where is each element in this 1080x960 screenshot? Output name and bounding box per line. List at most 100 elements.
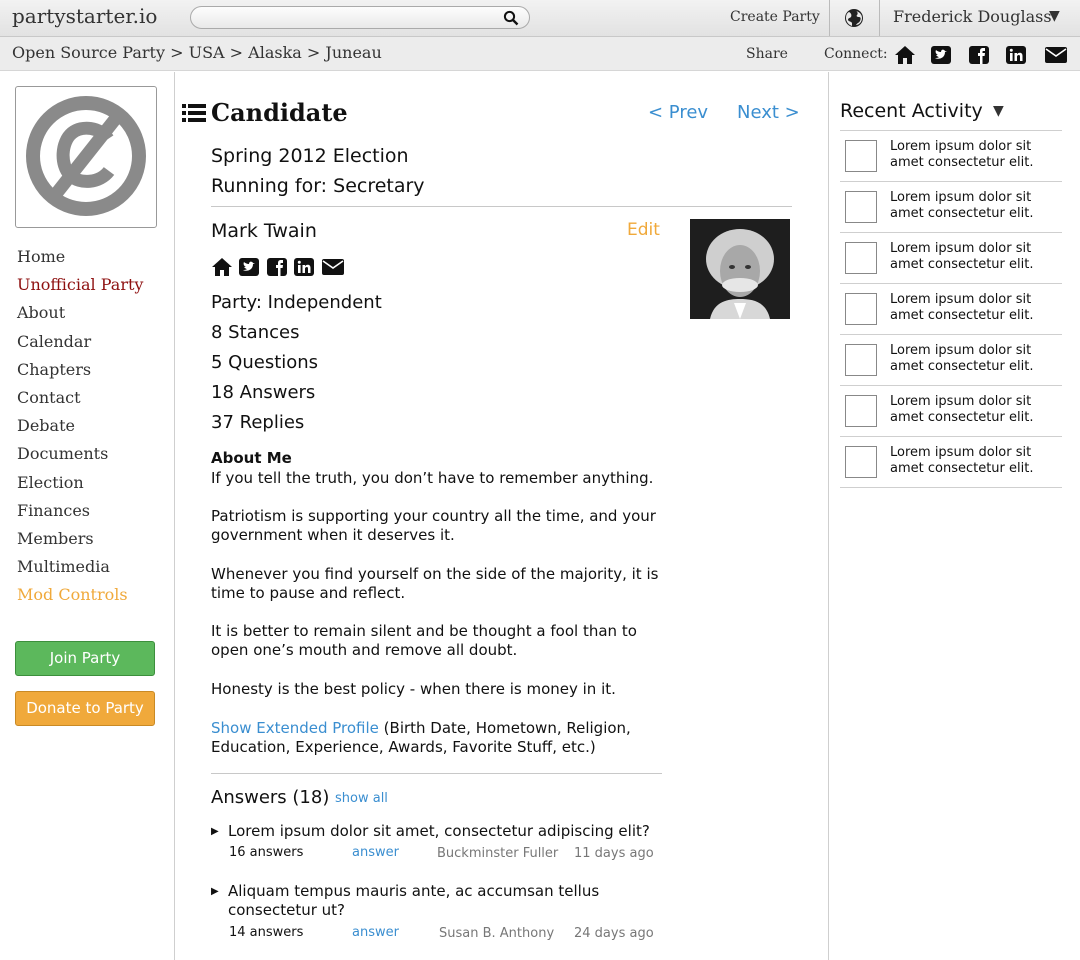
activity-text: Lorem ipsum dolor sit amet consectetur e… — [890, 241, 1034, 272]
home-icon[interactable] — [894, 45, 916, 65]
activity-item[interactable]: Lorem ipsum dolor sit amet consectetur e… — [840, 181, 1062, 232]
site-logo[interactable]: partystarter.io — [12, 4, 157, 28]
public-domain-icon — [26, 96, 146, 216]
activity-thumbnail — [845, 344, 877, 376]
edit-link[interactable]: Edit — [627, 220, 660, 240]
breadcrumb-item[interactable]: Alaska — [248, 43, 307, 62]
activity-thumbnail — [845, 140, 877, 172]
list-icon — [182, 104, 206, 122]
join-party-button[interactable]: Join Party — [15, 641, 155, 676]
sidebar-item-calendar[interactable]: Calendar — [17, 331, 143, 359]
linkedin-icon[interactable] — [1005, 45, 1027, 65]
facebook-icon[interactable] — [968, 45, 990, 65]
sidebar-item-finances[interactable]: Finances — [17, 500, 143, 528]
question-author[interactable]: Buckminster Fuller — [437, 846, 558, 861]
search-icon[interactable] — [503, 10, 519, 26]
linkedin-icon[interactable] — [293, 257, 315, 277]
sidebar-item-election[interactable]: Election — [17, 472, 143, 500]
sidebar-item-debate[interactable]: Debate — [17, 415, 143, 443]
create-party-link[interactable]: Create Party — [730, 9, 820, 25]
answer-count: 16 answers — [229, 845, 304, 860]
question-time: 11 days ago — [574, 846, 654, 861]
activity-text: Lorem ipsum dolor sit amet consectetur e… — [890, 190, 1034, 221]
breadcrumb-item[interactable]: Juneau — [325, 43, 381, 62]
breadcrumb-separator: > — [170, 43, 189, 62]
sidebar-item-contact[interactable]: Contact — [17, 387, 143, 415]
sidebar-nav: Home Unofficial Party About Calendar Cha… — [17, 246, 143, 612]
candidate-name: Mark Twain — [211, 220, 317, 242]
activity-item[interactable]: Lorem ipsum dolor sit amet consectetur e… — [840, 232, 1062, 283]
globe-icon[interactable] — [844, 8, 864, 28]
breadcrumb-separator: > — [229, 43, 249, 62]
activity-thumbnail — [845, 446, 877, 478]
activity-text: Lorem ipsum dolor sit amet consectetur e… — [890, 292, 1034, 323]
activity-item[interactable]: Lorem ipsum dolor sit amet consectetur e… — [840, 283, 1062, 334]
divider — [211, 206, 792, 207]
sidebar-item-documents[interactable]: Documents — [17, 443, 143, 471]
stat-replies[interactable]: 37 Replies — [211, 412, 304, 433]
show-extended-profile-link[interactable]: Show Extended Profile — [211, 719, 379, 737]
activity-text: Lorem ipsum dolor sit amet consectetur e… — [890, 445, 1034, 476]
breadcrumb: Open Source Party > USA > Alaska > Junea… — [12, 43, 382, 62]
question-time: 24 days ago — [574, 926, 654, 941]
recent-activity-title[interactable]: Recent Activity — [840, 100, 983, 122]
prev-link[interactable]: < Prev — [648, 102, 708, 123]
divider — [211, 773, 662, 774]
page-title: Candidate — [211, 98, 348, 127]
question-author[interactable]: Susan B. Anthony — [439, 926, 554, 941]
home-icon[interactable] — [211, 257, 233, 277]
activity-item[interactable]: Lorem ipsum dolor sit amet consectetur e… — [840, 130, 1062, 181]
candidate-photo — [690, 219, 790, 319]
show-all-link[interactable]: show all — [335, 791, 388, 806]
activity-thumbnail — [845, 293, 877, 325]
activity-text: Lorem ipsum dolor sit amet consectetur e… — [890, 343, 1034, 374]
facebook-icon[interactable] — [266, 257, 288, 277]
share-link[interactable]: Share — [746, 46, 788, 62]
about-paragraph: If you tell the truth, you don’t have to… — [211, 469, 654, 487]
search-input[interactable] — [190, 6, 530, 29]
user-menu[interactable]: Frederick Douglass — [893, 7, 1052, 26]
stat-answers[interactable]: 18 Answers — [211, 382, 315, 403]
running-for: Running for: Secretary — [211, 175, 425, 197]
activity-thumbnail — [845, 191, 877, 223]
breadcrumb-item[interactable]: Open Source Party — [12, 43, 170, 62]
breadcrumb-bar: Open Source Party > USA > Alaska > Junea… — [0, 37, 1080, 71]
extended-profile: Show Extended Profile (Birth Date, Homet… — [211, 719, 661, 757]
answer-link[interactable]: answer — [352, 925, 399, 940]
about-paragraph: Whenever you find yourself on the side o… — [211, 565, 659, 602]
activity-item[interactable]: Lorem ipsum dolor sit amet consectetur e… — [840, 436, 1062, 487]
chevron-down-icon[interactable]: ▼ — [1049, 8, 1060, 24]
about-paragraph: It is better to remain silent and be tho… — [211, 622, 637, 659]
caret-right-icon[interactable]: ▶ — [211, 886, 219, 897]
sidebar-item-multimedia[interactable]: Multimedia — [17, 556, 143, 584]
donate-party-button[interactable]: Donate to Party — [15, 691, 155, 726]
envelope-icon[interactable] — [322, 257, 344, 277]
sidebar-item-chapters[interactable]: Chapters — [17, 359, 143, 387]
breadcrumb-separator: > — [306, 43, 326, 62]
sidebar-item-home[interactable]: Home — [17, 246, 143, 274]
question-title[interactable]: Aliquam tempus mauris ante, ac accumsan … — [228, 882, 658, 920]
activity-item[interactable]: Lorem ipsum dolor sit amet consectetur e… — [840, 334, 1062, 385]
stat-questions[interactable]: 5 Questions — [211, 352, 318, 373]
top-bar: partystarter.io Create Party Frederick D… — [0, 0, 1080, 37]
left-sidebar: Home Unofficial Party About Calendar Cha… — [0, 72, 175, 960]
sidebar-item-about[interactable]: About — [17, 302, 143, 330]
chevron-down-icon[interactable]: ▼ — [993, 103, 1004, 119]
sidebar-item-unofficial-party[interactable]: Unofficial Party — [17, 274, 143, 302]
next-link[interactable]: Next > — [737, 102, 800, 123]
answer-count: 14 answers — [229, 925, 304, 940]
activity-item[interactable]: Lorem ipsum dolor sit amet consectetur e… — [840, 385, 1062, 436]
caret-right-icon[interactable]: ▶ — [211, 826, 219, 837]
sidebar-item-members[interactable]: Members — [17, 528, 143, 556]
sidebar-item-mod-controls[interactable]: Mod Controls — [17, 584, 143, 612]
twitter-icon[interactable] — [238, 257, 260, 277]
answer-link[interactable]: answer — [352, 845, 399, 860]
twitter-icon[interactable] — [930, 45, 952, 65]
about-paragraph: Honesty is the best policy - when there … — [211, 680, 616, 698]
stat-stances[interactable]: 8 Stances — [211, 322, 299, 343]
question-title[interactable]: Lorem ipsum dolor sit amet, consectetur … — [228, 822, 658, 841]
breadcrumb-item[interactable]: USA — [189, 43, 230, 62]
election-name: Spring 2012 Election — [211, 145, 409, 167]
divider — [829, 0, 830, 36]
envelope-icon[interactable] — [1045, 45, 1067, 65]
